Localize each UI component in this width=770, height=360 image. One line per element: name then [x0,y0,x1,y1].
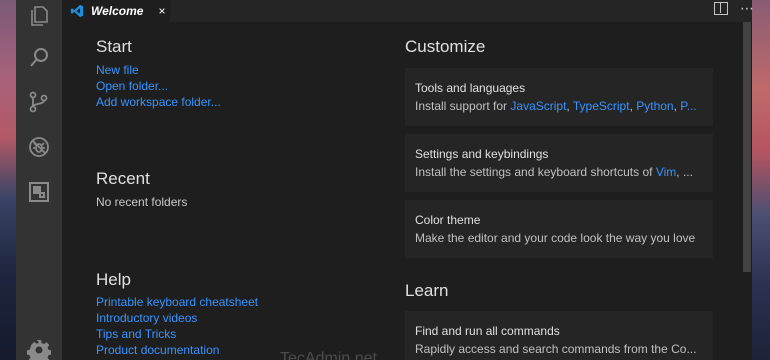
debug-icon[interactable] [27,135,51,159]
introductory-videos-link[interactable]: Introductory videos [96,311,197,325]
vscode-logo-icon [70,4,84,18]
product-documentation-link[interactable]: Product documentation [96,343,219,357]
more-languages-link[interactable]: P... [680,99,696,113]
typescript-link[interactable]: TypeScript [573,99,630,113]
vscode-window: Welcome × ⋯ Start New file Open folder..… [16,0,754,360]
start-heading: Start [96,37,132,56]
desktop-background-right [752,0,770,360]
search-icon[interactable] [27,46,51,70]
open-folder-link[interactable]: Open folder... [96,79,168,93]
python-link[interactable]: Python [636,99,673,113]
settings-and-keybindings-card[interactable]: Settings and keybindings Install the set… [405,134,713,192]
tab-welcome[interactable]: Welcome × [62,0,170,22]
card-description: Install support for JavaScript, TypeScri… [415,99,697,113]
javascript-link[interactable]: JavaScript [510,99,566,113]
find-and-run-commands-card[interactable]: Find and run all commands Rapidly access… [405,311,713,360]
card-title: Tools and languages [415,81,526,95]
scrollbar-thumb[interactable] [743,22,751,272]
tools-and-languages-card[interactable]: Tools and languages Install support for … [405,68,713,126]
recent-heading: Recent [96,169,150,188]
split-editor-icon[interactable] [714,2,728,15]
vim-link[interactable]: Vim [656,165,676,179]
new-file-link[interactable]: New file [96,63,139,77]
editor-scrollbar[interactable] [742,22,752,360]
watermark: TecAdmin.net [280,350,377,360]
card-description: Make the editor and your code look the w… [415,231,696,245]
gear-icon[interactable] [27,338,51,360]
card-description: Rapidly access and search commands from … [415,342,697,356]
add-workspace-folder-link[interactable]: Add workspace folder... [96,95,221,109]
help-heading: Help [96,270,131,289]
keyboard-cheatsheet-link[interactable]: Printable keyboard cheatsheet [96,295,258,309]
no-recent-folders-text: No recent folders [96,195,188,209]
more-actions-icon[interactable]: ⋯ [740,0,754,17]
tab-bar: Welcome × ⋯ [62,0,754,22]
card-description: Install the settings and keyboard shortc… [415,165,693,179]
files-icon[interactable] [27,4,51,28]
close-icon[interactable]: × [158,5,165,17]
learn-heading: Learn [405,281,449,300]
card-title: Settings and keybindings [415,147,549,161]
card-title: Color theme [415,213,481,227]
color-theme-card[interactable]: Color theme Make the editor and your cod… [405,200,713,258]
more-keymaps-link[interactable]: ... [683,165,693,179]
tips-and-tricks-link[interactable]: Tips and Tricks [96,327,176,341]
extensions-icon[interactable] [27,180,51,204]
welcome-page: Start New file Open folder... Add worksp… [62,22,742,360]
card-title: Find and run all commands [415,324,560,338]
tab-label: Welcome [91,4,144,18]
activity-bar [16,0,62,360]
customize-heading: Customize [405,37,486,56]
desktop-background-left [0,0,16,360]
source-control-icon[interactable] [27,90,51,114]
